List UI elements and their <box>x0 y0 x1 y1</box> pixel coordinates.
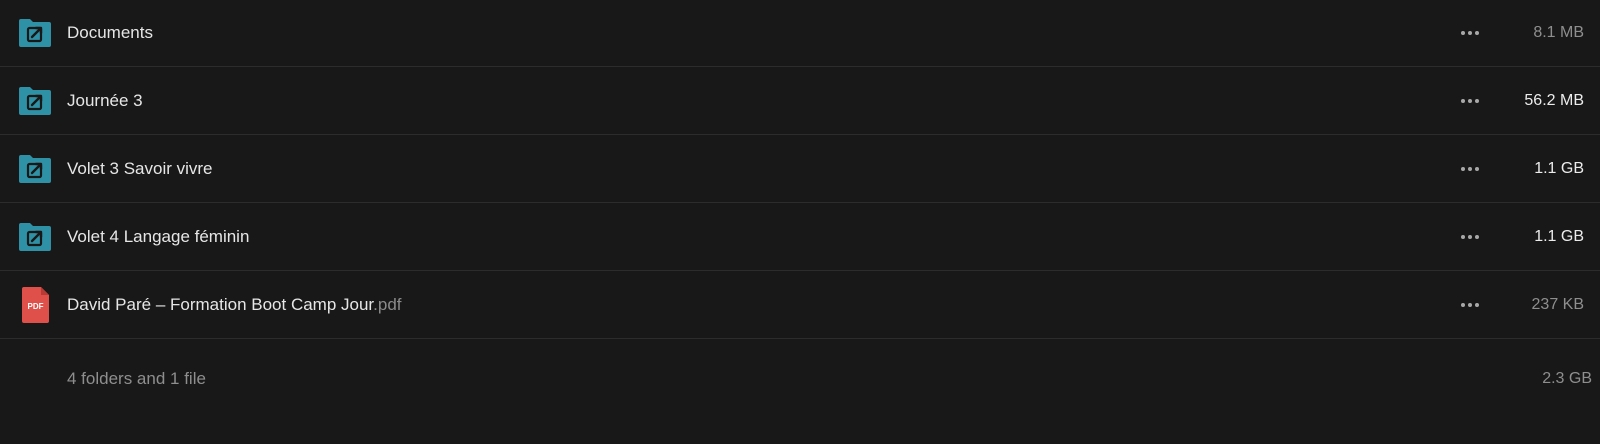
shared-folder-icon <box>18 222 52 252</box>
item-count: 4 folders and 1 file <box>67 369 206 388</box>
shared-folder-icon <box>18 86 52 116</box>
more-options-icon[interactable] <box>1455 225 1485 249</box>
file-name-text: Volet 4 Langage féminin <box>67 226 250 246</box>
shared-folder-icon <box>18 18 52 48</box>
file-extension: .pdf <box>373 294 402 314</box>
more-options-icon[interactable] <box>1455 157 1485 181</box>
file-name: Journée 3 <box>67 91 143 111</box>
total-size: 2.3 GB <box>1542 370 1592 387</box>
shared-folder-icon <box>18 154 52 184</box>
file-row-volet-4[interactable]: Volet 4 Langage féminin 1.1 GB <box>0 203 1600 271</box>
file-row-pdf[interactable]: PDF David Paré – Formation Boot Camp Jou… <box>0 271 1600 339</box>
file-name-text: David Paré – Formation Boot Camp Jour <box>67 294 374 314</box>
pdf-file-icon: PDF <box>18 286 52 323</box>
file-name: David Paré – Formation Boot Camp Jour.pd… <box>67 295 402 315</box>
file-name: Volet 3 Savoir vivre <box>67 159 213 179</box>
more-options-icon[interactable] <box>1455 293 1485 317</box>
file-name-text: Documents <box>67 23 153 42</box>
file-row-journee-3[interactable]: Journée 3 56.2 MB <box>0 67 1600 135</box>
file-name-text: Journée 3 <box>67 90 143 110</box>
file-name: Documents <box>67 23 153 43</box>
more-options-icon[interactable] <box>1455 89 1485 113</box>
file-size: 1.1 GB <box>1534 159 1584 177</box>
file-name-text: Volet 3 Savoir vivre <box>67 158 213 178</box>
list-summary: 4 folders and 1 file 2.3 GB <box>0 339 1600 419</box>
pdf-icon-label: PDF <box>28 302 44 311</box>
file-row-volet-3[interactable]: Volet 3 Savoir vivre 1.1 GB <box>0 135 1600 203</box>
file-size: 56.2 MB <box>1524 91 1584 109</box>
file-name: Volet 4 Langage féminin <box>67 227 249 247</box>
file-size: 8.1 MB <box>1533 24 1584 41</box>
file-list: Documents 8.1 MB Journée 3 56.2 MB Volet… <box>0 0 1600 444</box>
more-options-icon[interactable] <box>1455 21 1485 45</box>
file-row-documents[interactable]: Documents 8.1 MB <box>0 0 1600 67</box>
file-size: 237 KB <box>1531 295 1584 313</box>
file-size: 1.1 GB <box>1534 227 1584 245</box>
